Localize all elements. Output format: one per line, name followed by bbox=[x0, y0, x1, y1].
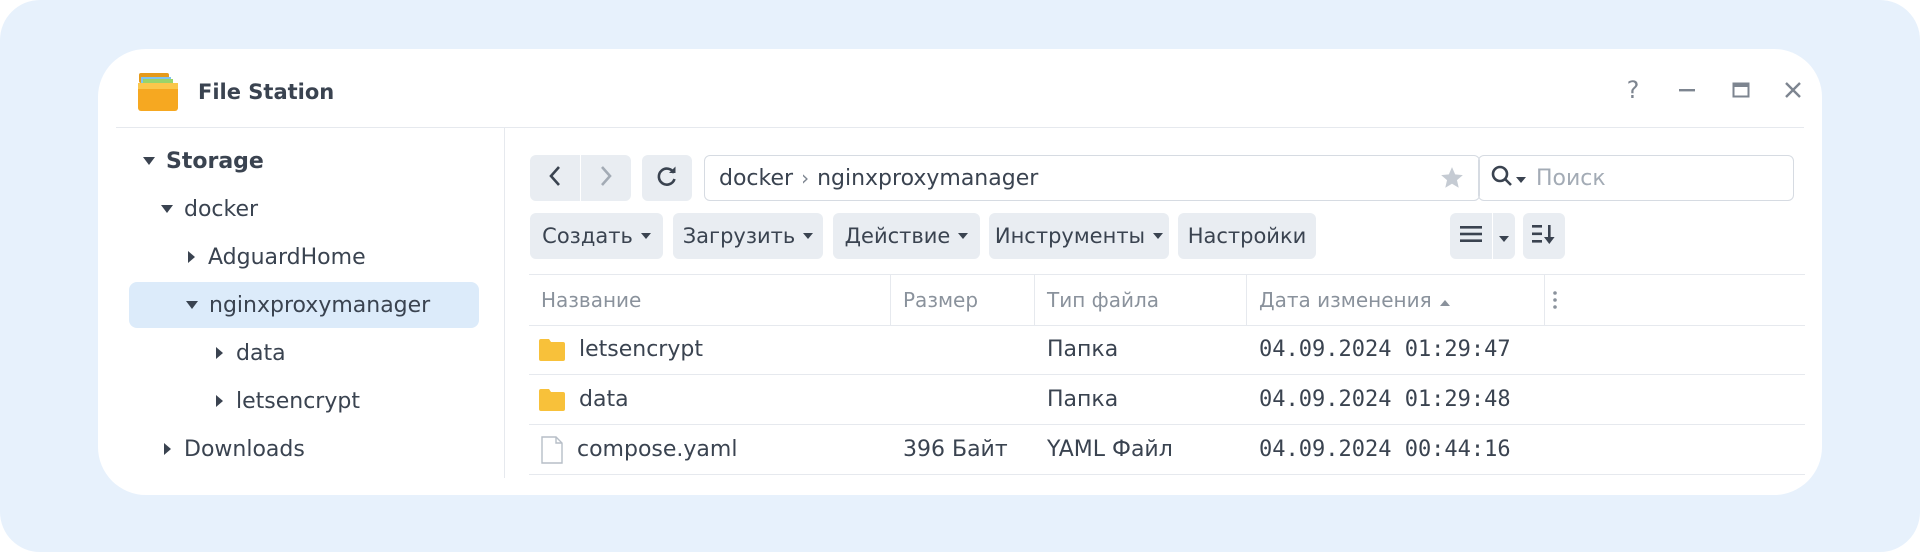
breadcrumb-segment[interactable]: docker bbox=[719, 166, 793, 191]
file-modified: 04.09.2024 01:29:48 bbox=[1259, 387, 1511, 412]
tree-item-downloads[interactable]: Downloads bbox=[160, 426, 305, 472]
view-options-button[interactable] bbox=[1493, 213, 1515, 259]
tree-item-storage[interactable]: Storage bbox=[142, 138, 264, 184]
column-header-size[interactable]: Размер bbox=[891, 275, 1035, 325]
sort-icon bbox=[1532, 223, 1556, 250]
column-header-label: Тип файла bbox=[1047, 288, 1160, 312]
tree-item-letsencrypt[interactable]: letsencrypt bbox=[212, 378, 360, 424]
tree-item-label: Downloads bbox=[184, 436, 305, 462]
file-type: YAML Файл bbox=[1047, 437, 1173, 462]
column-menu-icon[interactable] bbox=[1545, 275, 1585, 325]
path-breadcrumb[interactable]: docker › nginxproxymanager bbox=[704, 155, 1480, 201]
file-station-window: File Station ? Storage docker AdguardHom… bbox=[98, 49, 1822, 495]
table-row[interactable]: letsencrypt Папка 04.09.2024 01:29:47 bbox=[529, 325, 1805, 375]
file-size: 396 Байт bbox=[903, 437, 1008, 462]
favorite-star-icon[interactable] bbox=[1439, 165, 1465, 197]
tree-item-adguardhome[interactable]: AdguardHome bbox=[184, 234, 366, 280]
tree-item-label: Storage bbox=[166, 148, 264, 174]
file-name: letsencrypt bbox=[579, 337, 703, 362]
file-modified: 04.09.2024 01:29:47 bbox=[1259, 337, 1511, 362]
column-header-label: Название bbox=[541, 288, 642, 312]
search-options-caret-icon[interactable] bbox=[1516, 169, 1526, 188]
settings-button-label: Настройки bbox=[1187, 224, 1307, 248]
back-button[interactable] bbox=[530, 155, 580, 201]
tree-item-label: AdguardHome bbox=[208, 244, 366, 270]
caret-right-icon bbox=[160, 442, 174, 456]
chevron-right-icon bbox=[599, 165, 613, 191]
action-button-label: Действие bbox=[844, 224, 951, 248]
file-name: data bbox=[579, 387, 629, 412]
create-button[interactable]: Создать bbox=[530, 213, 663, 259]
column-header-label: Дата изменения bbox=[1259, 288, 1432, 312]
maximize-icon[interactable] bbox=[1726, 75, 1756, 105]
create-button-label: Создать bbox=[542, 224, 633, 248]
forward-button[interactable] bbox=[581, 155, 631, 201]
tools-button-label: Инструменты bbox=[994, 224, 1146, 248]
table-header: Название Размер Тип файла Дата изменения bbox=[529, 274, 1805, 326]
upload-button[interactable]: Загрузить bbox=[673, 213, 823, 259]
folder-tree-sidebar: Storage docker AdguardHome nginxproxyman… bbox=[116, 128, 505, 478]
chevron-left-icon bbox=[548, 165, 562, 191]
caret-right-icon bbox=[212, 394, 226, 408]
sort-button[interactable] bbox=[1523, 213, 1565, 259]
column-header-type[interactable]: Тип файла bbox=[1035, 275, 1247, 325]
file-modified: 04.09.2024 00:44:16 bbox=[1259, 437, 1511, 462]
tree-item-label: data bbox=[236, 340, 286, 366]
folder-icon bbox=[539, 338, 565, 361]
column-header-modified[interactable]: Дата изменения bbox=[1247, 275, 1545, 325]
breadcrumb-segment[interactable]: nginxproxymanager bbox=[817, 166, 1038, 191]
caret-down-icon bbox=[185, 298, 199, 312]
list-view-button[interactable] bbox=[1450, 213, 1492, 259]
file-icon bbox=[541, 435, 563, 464]
file-name: compose.yaml bbox=[577, 437, 738, 462]
caret-right-icon bbox=[212, 346, 226, 360]
column-header-label: Размер bbox=[903, 288, 979, 312]
search-icon[interactable] bbox=[1491, 165, 1513, 191]
window-title: File Station bbox=[198, 80, 335, 104]
list-view-icon bbox=[1460, 224, 1482, 248]
sort-ascending-icon bbox=[1439, 288, 1450, 312]
tree-item-label: docker bbox=[184, 196, 259, 222]
caret-down-icon bbox=[142, 154, 156, 168]
upload-button-label: Загрузить bbox=[682, 224, 796, 248]
tools-button[interactable]: Инструменты bbox=[989, 213, 1169, 259]
tree-item-nginxproxymanager[interactable]: nginxproxymanager bbox=[129, 282, 479, 328]
refresh-button[interactable] bbox=[642, 155, 692, 201]
caret-down-icon bbox=[1499, 224, 1509, 248]
close-icon[interactable] bbox=[1778, 75, 1808, 105]
tree-item-docker[interactable]: docker bbox=[160, 186, 258, 232]
tree-item-label: letsencrypt bbox=[236, 388, 360, 414]
file-type: Папка bbox=[1047, 337, 1119, 362]
folder-icon bbox=[539, 388, 565, 411]
file-type: Папка bbox=[1047, 387, 1119, 412]
column-header-name[interactable]: Название bbox=[529, 275, 891, 325]
help-icon[interactable]: ? bbox=[1618, 75, 1648, 105]
search-box[interactable] bbox=[1478, 155, 1794, 201]
settings-button[interactable]: Настройки bbox=[1178, 213, 1316, 259]
refresh-icon bbox=[656, 165, 678, 191]
file-station-app-icon bbox=[138, 73, 178, 111]
caret-down-icon bbox=[160, 202, 174, 216]
tree-item-label: nginxproxymanager bbox=[209, 292, 431, 318]
table-row[interactable]: compose.yaml 396 Байт YAML Файл 04.09.20… bbox=[529, 425, 1805, 475]
caret-down-icon bbox=[1153, 233, 1164, 239]
tree-item-data[interactable]: data bbox=[212, 330, 286, 376]
search-input[interactable] bbox=[1534, 164, 1758, 192]
breadcrumb-separator-icon: › bbox=[801, 166, 810, 190]
caret-down-icon bbox=[958, 233, 969, 239]
caret-down-icon bbox=[640, 233, 651, 239]
caret-right-icon bbox=[184, 250, 198, 264]
minimize-icon[interactable] bbox=[1672, 75, 1702, 105]
action-button[interactable]: Действие bbox=[833, 213, 980, 259]
title-bar: File Station ? bbox=[116, 49, 1804, 128]
caret-down-icon bbox=[803, 233, 814, 239]
table-row[interactable]: data Папка 04.09.2024 01:29:48 bbox=[529, 375, 1805, 425]
